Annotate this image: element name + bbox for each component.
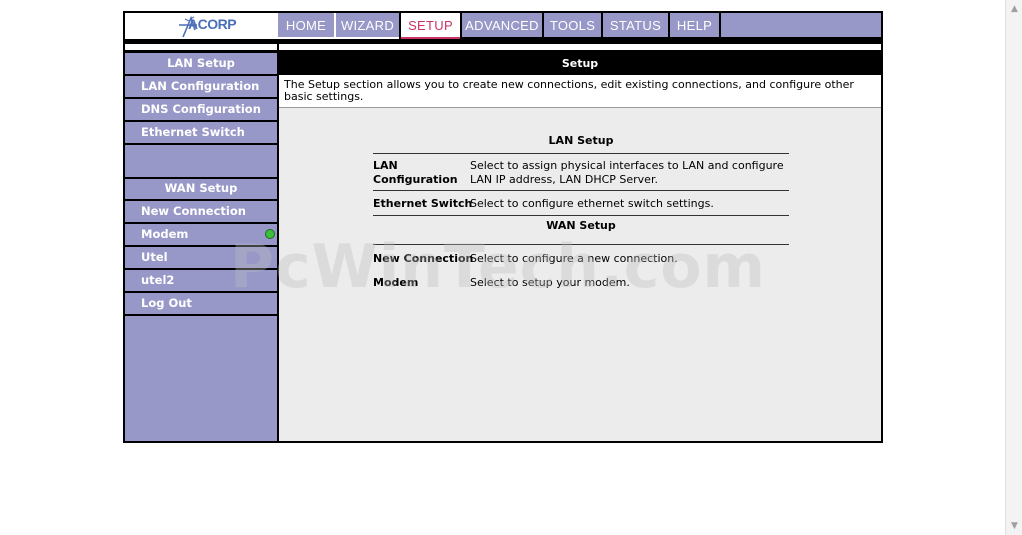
row-description: Select to configure a new connection. xyxy=(470,252,678,265)
row-label-lan-configuration[interactable]: LAN Configuration xyxy=(373,159,463,187)
sidebar-item-dns-configuration[interactable]: DNS Configuration xyxy=(125,99,277,122)
tab-wizard[interactable]: WIZARD xyxy=(336,13,399,37)
sidebar-item-new-connection[interactable]: New Connection xyxy=(125,201,277,224)
sidebar-item-modem[interactable]: Modem xyxy=(125,224,277,247)
tab-help[interactable]: HELP xyxy=(670,13,719,37)
nav-filler xyxy=(721,13,881,37)
router-frame: ACORP HOME WIZARD SETUP ADVANCED TOOLS S… xyxy=(123,11,883,443)
row-label-modem[interactable]: Modem xyxy=(373,276,418,289)
logo-text: ACORP xyxy=(188,16,237,32)
table-row: Ethernet Switch Select to configure ethe… xyxy=(373,190,789,216)
sidebar-header-lan: LAN Setup xyxy=(125,53,277,76)
page-title: Setup xyxy=(279,53,881,75)
status-dot-icon xyxy=(265,229,275,239)
sidebar-item-ethernet-switch[interactable]: Ethernet Switch xyxy=(125,122,277,145)
row-description: Select to assign physical interfaces to … xyxy=(470,159,784,186)
section-title-lan: LAN Setup xyxy=(548,134,614,147)
row-label-ethernet-switch[interactable]: Ethernet Switch xyxy=(373,197,472,210)
sidebar-item-utel[interactable]: Utel xyxy=(125,247,277,270)
table-row: Modem Select to setup your modem. xyxy=(373,269,789,294)
sidebar: LAN Setup LAN Configuration DNS Configur… xyxy=(125,53,277,441)
sidebar-spacer xyxy=(125,145,277,179)
tab-tools[interactable]: TOOLS xyxy=(544,13,601,37)
main-content: Setup The Setup section allows you to cr… xyxy=(279,53,881,441)
sidebar-item-label: Modem xyxy=(141,227,189,241)
table-row: New Connection Select to configure a new… xyxy=(373,244,789,270)
row-label-new-connection[interactable]: New Connection xyxy=(373,252,473,265)
scroll-down-icon[interactable]: ▼ xyxy=(1008,519,1021,533)
row-description: Select to setup your modem. xyxy=(470,276,630,289)
wan-section-row: WAN Setup xyxy=(373,215,789,245)
tab-setup[interactable]: SETUP xyxy=(401,13,460,39)
row-description: Select to configure ethernet switch sett… xyxy=(470,197,714,210)
page-description: The Setup section allows you to create n… xyxy=(279,75,881,108)
sidebar-header-wan: WAN Setup xyxy=(125,178,277,201)
sidebar-item-utel2[interactable]: utel2 xyxy=(125,270,277,293)
top-nav: HOME WIZARD SETUP ADVANCED TOOLS STATUS … xyxy=(278,13,881,39)
sidebar-item-lan-configuration[interactable]: LAN Configuration xyxy=(125,76,277,99)
tab-status[interactable]: STATUS xyxy=(603,13,668,37)
browser-scrollbar[interactable]: ▲ ▼ xyxy=(1005,0,1022,535)
scroll-up-icon[interactable]: ▲ xyxy=(1008,2,1021,16)
tab-home[interactable]: HOME xyxy=(278,13,334,37)
section-title-wan: WAN Setup xyxy=(546,219,616,232)
table-row: LAN Configuration Select to assign physi… xyxy=(373,153,789,191)
tab-advanced[interactable]: ADVANCED xyxy=(462,13,542,37)
divider-strip xyxy=(125,44,881,50)
sidebar-item-log-out[interactable]: Log Out xyxy=(125,293,277,316)
